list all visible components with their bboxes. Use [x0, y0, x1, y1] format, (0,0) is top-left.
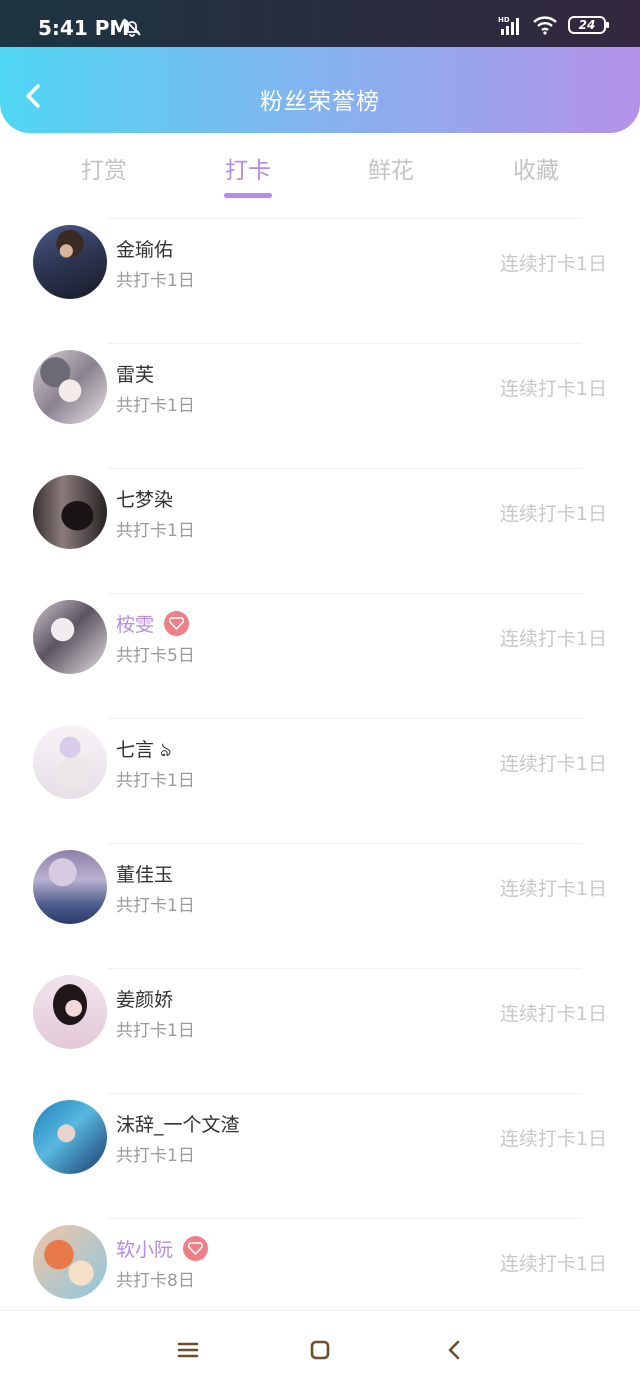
system-nav-bar: [0, 1310, 640, 1387]
avatar: [33, 1100, 107, 1174]
streak-label: 连续打卡1日: [499, 378, 607, 400]
wifi-icon: [533, 16, 557, 35]
tab-bar: 打赏 打卡 鲜花 收藏: [0, 145, 640, 201]
avatar: [33, 225, 107, 299]
total-checkins: 共打卡1日: [116, 896, 195, 916]
active-tab-indicator: [224, 193, 272, 198]
list-item[interactable]: 桉雯 共打卡5日 连续打卡1日: [0, 593, 640, 718]
battery-level: 24: [578, 18, 596, 32]
total-checkins: 共打卡1日: [116, 521, 195, 541]
tab-tip[interactable]: 打赏: [54, 151, 154, 185]
user-name: 金瑜佑: [116, 239, 174, 261]
streak-label: 连续打卡1日: [499, 628, 607, 650]
user-name: 沫辞_一个文渣: [116, 1114, 240, 1136]
list-item[interactable]: 七言 ঌ 共打卡1日 连续打卡1日: [0, 718, 640, 843]
list-item[interactable]: 沫辞_一个文渣 共打卡1日 连续打卡1日: [0, 1093, 640, 1218]
status-bar: 5:41 PM HD 24: [0, 0, 640, 47]
total-checkins: 共打卡1日: [116, 771, 195, 791]
list-item[interactable]: 姜颜娇 共打卡1日 连续打卡1日: [0, 968, 640, 1093]
back-nav-icon[interactable]: [440, 1336, 468, 1364]
avatar: [33, 1225, 107, 1299]
user-name: 雷芙: [116, 364, 155, 386]
vip-diamond-icon: [183, 1236, 209, 1261]
streak-label: 连续打卡1日: [499, 878, 607, 900]
avatar: [33, 850, 107, 924]
home-icon[interactable]: [306, 1336, 334, 1364]
avatar: [33, 600, 107, 674]
menu-icon[interactable]: [174, 1336, 202, 1364]
total-checkins: 共打卡5日: [116, 646, 195, 666]
page-title: 粉丝荣誉榜: [260, 89, 380, 115]
total-checkins: 共打卡8日: [116, 1271, 195, 1291]
streak-label: 连续打卡1日: [499, 253, 607, 275]
list-item[interactable]: 七梦染 共打卡1日 连续打卡1日: [0, 468, 640, 593]
avatar: [33, 475, 107, 549]
user-name: 七言 ঌ: [116, 739, 172, 761]
avatar: [33, 350, 107, 424]
signal-icon: HD: [498, 16, 519, 35]
user-name: 姜颜娇: [116, 989, 174, 1011]
network-label: HD: [498, 16, 510, 24]
user-name: 软小阮: [116, 1235, 209, 1262]
list-item[interactable]: 金瑜佑 共打卡1日 连续打卡1日: [0, 218, 640, 343]
streak-label: 连续打卡1日: [499, 1128, 607, 1150]
user-name: 董佳玉: [116, 864, 174, 886]
ranking-list: 金瑜佑 共打卡1日 连续打卡1日 雷芙 共打卡1日 连续打卡1日 七梦染 共打卡…: [0, 218, 640, 1343]
streak-label: 连续打卡1日: [499, 1003, 607, 1025]
list-item[interactable]: 雷芙 共打卡1日 连续打卡1日: [0, 343, 640, 468]
tab-favorites[interactable]: 收藏: [486, 151, 586, 185]
tab-flowers[interactable]: 鲜花: [341, 151, 441, 185]
streak-label: 连续打卡1日: [499, 1253, 607, 1275]
streak-label: 连续打卡1日: [499, 503, 607, 525]
battery-icon: 24: [568, 16, 609, 34]
status-time: 5:41 PM: [38, 16, 130, 40]
list-item[interactable]: 董佳玉 共打卡1日 连续打卡1日: [0, 843, 640, 968]
total-checkins: 共打卡1日: [116, 1021, 195, 1041]
user-name: 桉雯: [116, 610, 190, 637]
avatar: [33, 975, 107, 1049]
total-checkins: 共打卡1日: [116, 271, 195, 291]
streak-label: 连续打卡1日: [499, 753, 607, 775]
vip-diamond-icon: [164, 611, 190, 636]
bell-off-icon: [123, 18, 141, 37]
total-checkins: 共打卡1日: [116, 1146, 195, 1166]
user-name: 七梦染: [116, 489, 174, 511]
tab-checkin[interactable]: 打卡: [198, 151, 298, 185]
avatar: [33, 725, 107, 799]
total-checkins: 共打卡1日: [116, 396, 195, 416]
